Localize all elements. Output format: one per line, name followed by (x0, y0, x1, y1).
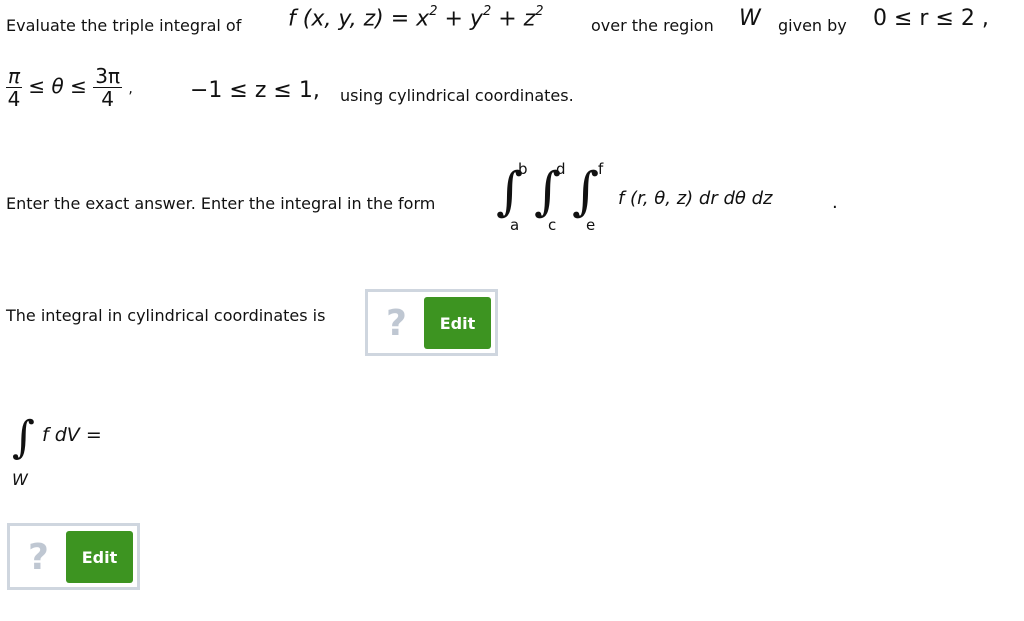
cylindrical-integral-answer-field[interactable]: ? Edit (365, 289, 498, 356)
problem-intro-text: Evaluate the triple integral of (6, 16, 242, 35)
theta-lower-num: π (6, 64, 23, 88)
function-term-y: + y (437, 6, 483, 32)
inner-lower-limit: e (586, 216, 596, 234)
result-region-label: W (12, 470, 28, 489)
inner-integral-sign: ∫ (572, 162, 600, 222)
exponent-x: 2 (429, 4, 438, 19)
integrand: f (r, θ, z) dr dθ dz (618, 188, 773, 209)
theta-upper-den: 4 (101, 87, 114, 111)
outer-upper-limit: b (518, 160, 528, 178)
function-term-z: + z (491, 6, 536, 32)
exponent-z: 2 (535, 4, 544, 19)
theta-upper-fraction: 3π 4 (93, 66, 122, 109)
answer-format-instruction: Enter the exact answer. Enter the integr… (6, 194, 436, 213)
region-text: over the region (591, 16, 714, 35)
result-expression: f dV = (42, 424, 102, 446)
theta-lower-den: 4 (7, 87, 21, 111)
z-bounds: −1 ≤ z ≤ 1, (190, 78, 320, 103)
theta-comma: , (128, 81, 133, 97)
inner-upper-limit: f (598, 160, 604, 178)
middle-lower-limit: c (548, 216, 557, 234)
function-lhs: f (x, y, z) = x (288, 6, 430, 32)
final-answer-field[interactable]: ? Edit (7, 523, 140, 590)
given-by-text: given by (778, 16, 847, 35)
integral-form-template: ∫ b a ∫ d c ∫ f e f (r, θ, z) dr dθ dz . (494, 160, 838, 236)
region-symbol: W (739, 6, 761, 31)
period: . (832, 192, 838, 213)
theta-upper-num: 3π (93, 64, 122, 88)
theta-inequality: ≤ θ ≤ (28, 74, 87, 98)
cylindrical-prompt: The integral in cylindrical coordinates … (6, 306, 326, 325)
theta-lower-fraction: π4 (6, 64, 23, 111)
middle-upper-limit: d (556, 160, 566, 178)
exponent-y: 2 (482, 4, 492, 19)
question-mark-icon: ? (386, 303, 407, 344)
region-integral-sign: ∫ (12, 412, 35, 463)
coordinates-instruction: using cylindrical coordinates. (340, 86, 574, 105)
outer-lower-limit: a (510, 216, 520, 234)
question-mark-icon: ? (28, 537, 49, 578)
edit-button[interactable]: Edit (66, 531, 133, 583)
r-bounds: 0 ≤ r ≤ 2 , (873, 6, 989, 31)
function-definition: f (x, y, z) = x2 + y2 + z2 (288, 4, 544, 32)
theta-bounds: π4 ≤ θ ≤ 3π 4 , (6, 66, 133, 109)
edit-button[interactable]: Edit (424, 297, 491, 349)
